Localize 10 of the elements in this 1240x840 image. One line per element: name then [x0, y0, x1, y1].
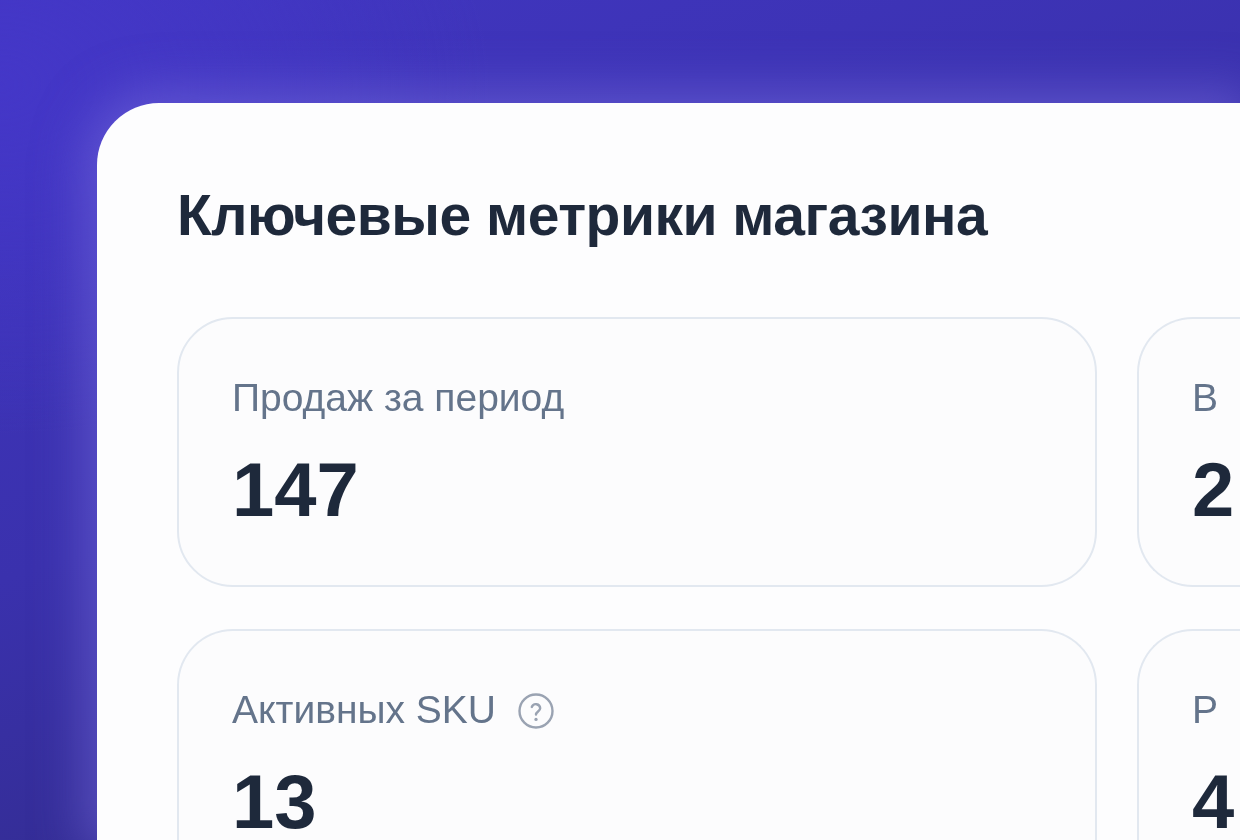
question-circle-icon[interactable]: [518, 692, 554, 729]
metric-value: 147: [232, 448, 360, 532]
metric-label: В: [1192, 375, 1218, 422]
metric-value: 13: [232, 760, 318, 840]
metric-label: Активных SKU: [232, 687, 496, 734]
metric-value: 2: [1192, 448, 1236, 532]
metric-label: Продаж за период: [232, 375, 565, 422]
metric-value: 4: [1192, 760, 1236, 840]
panel-title: Ключевые метрики магазина: [177, 182, 989, 249]
metric-label: Р: [1192, 687, 1218, 734]
